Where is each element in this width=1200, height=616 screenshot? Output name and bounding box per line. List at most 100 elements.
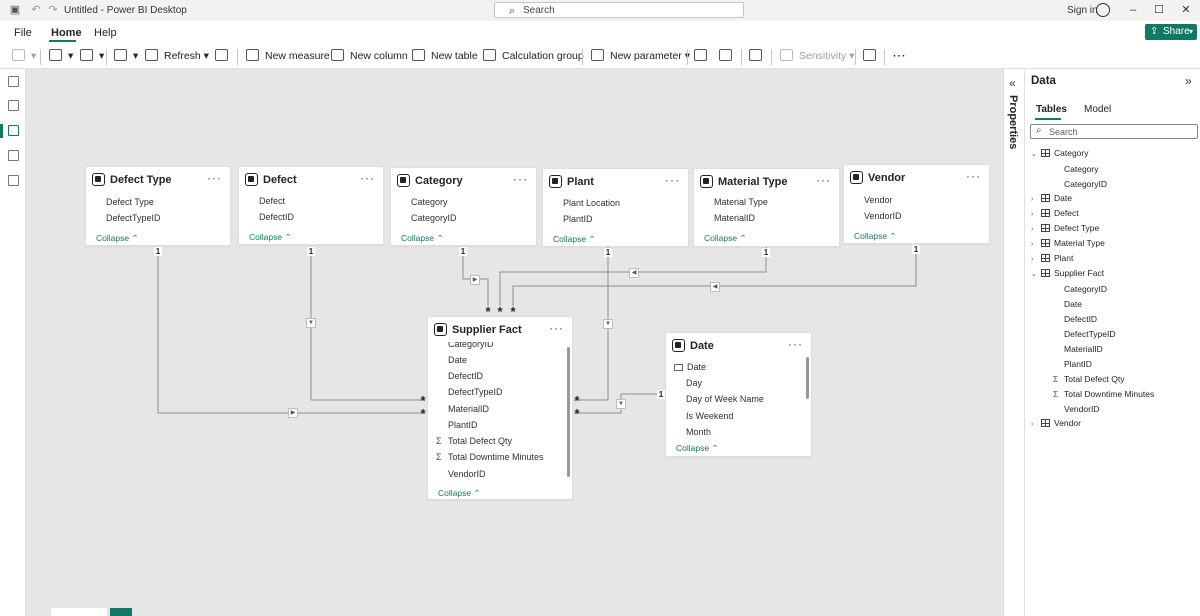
- refresh-button[interactable]: Refresh ▾: [145, 48, 209, 64]
- field-item[interactable]: DefectTypeID: [106, 213, 161, 223]
- minimize-icon[interactable]: –: [1124, 2, 1142, 18]
- sign-in-link[interactable]: Sign in: [1067, 5, 1098, 16]
- table-card-plant[interactable]: Plant ··· Plant Location PlantID Collaps…: [542, 168, 689, 247]
- tree-field-item[interactable]: DefectID: [1064, 314, 1097, 324]
- tree-field-item[interactable]: DefectTypeID: [1064, 329, 1116, 339]
- tree-item-date[interactable]: › Date: [1031, 193, 1072, 207]
- field-item[interactable]: Material Type: [714, 197, 768, 207]
- table-card-header[interactable]: Vendor ···: [844, 165, 989, 191]
- field-item[interactable]: Month: [686, 427, 711, 437]
- chevron-down-icon[interactable]: ⌄: [1031, 270, 1041, 278]
- redo-icon[interactable]: ↷: [46, 3, 60, 17]
- tree-item-material-type[interactable]: › Material Type: [1031, 238, 1105, 252]
- expand-left-icon[interactable]: «: [1009, 76, 1016, 90]
- chevron-right-icon[interactable]: ›: [1031, 196, 1041, 203]
- chevron-down-icon[interactable]: ⌄: [1031, 150, 1041, 158]
- collapse-link[interactable]: Collapse ⌃: [401, 233, 444, 244]
- properties-pane-collapsed[interactable]: « Properties: [1003, 69, 1025, 616]
- field-item[interactable]: Plant Location: [563, 198, 620, 208]
- dax-query-view-icon[interactable]: [8, 150, 19, 161]
- field-item[interactable]: Date: [448, 355, 467, 365]
- field-item[interactable]: PlantID: [448, 420, 478, 430]
- tree-item-vendor[interactable]: › Vendor: [1031, 418, 1081, 432]
- scrollbar[interactable]: [806, 357, 809, 399]
- tree-item-category[interactable]: ⌄ Category: [1031, 148, 1089, 162]
- tree-field-item[interactable]: MaterialID: [1064, 344, 1103, 354]
- share-button[interactable]: ⇪ Share ▾: [1145, 24, 1197, 40]
- table-card-header[interactable]: Supplier Fact ···: [428, 317, 572, 343]
- tmdl-view-icon[interactable]: [8, 175, 19, 186]
- table-view-icon[interactable]: [8, 100, 19, 111]
- tree-item-supplier-fact[interactable]: ⌄ Supplier Fact: [1031, 268, 1104, 282]
- more-options-icon[interactable]: ···: [360, 171, 375, 185]
- q-and-a-setup-button[interactable]: [749, 48, 768, 64]
- field-item[interactable]: VendorID: [448, 469, 486, 479]
- new-column-button[interactable]: New column: [331, 48, 408, 64]
- field-item[interactable]: Day: [686, 378, 702, 388]
- collapse-link[interactable]: Collapse ⌃: [854, 231, 897, 242]
- field-item[interactable]: CategoryID: [411, 213, 457, 223]
- table-card-vendor[interactable]: Vendor ··· Vendor VendorID Collapse ⌃: [843, 164, 990, 244]
- field-item[interactable]: DefectID: [259, 212, 294, 222]
- properties-label[interactable]: Properties: [1007, 95, 1019, 149]
- tree-measure-item[interactable]: Σ Total Downtime Minutes: [1053, 389, 1154, 399]
- global-search-input[interactable]: ⌕ Search: [494, 2, 744, 18]
- field-item[interactable]: MaterialID: [448, 404, 489, 414]
- sensitivity-button[interactable]: Sensitivity ▾: [780, 48, 854, 64]
- menu-home[interactable]: Home: [51, 27, 82, 39]
- table-card-defect-type[interactable]: Defect Type ··· Defect Type DefectTypeID…: [85, 166, 231, 246]
- field-item[interactable]: Defect Type: [106, 197, 154, 207]
- new-table-button[interactable]: New table: [412, 48, 478, 64]
- more-options-icon[interactable]: ···: [966, 169, 981, 183]
- field-item[interactable]: MaterialID: [714, 213, 755, 223]
- maximize-icon[interactable]: ☐: [1150, 2, 1168, 18]
- table-card-date[interactable]: Date ··· Date Day Day of Week Name Is We…: [665, 332, 812, 457]
- layout-tab[interactable]: [51, 608, 107, 616]
- table-card-header[interactable]: Defect ···: [239, 167, 383, 193]
- collapse-pane-icon[interactable]: »: [1185, 74, 1192, 88]
- chevron-right-icon[interactable]: ›: [1031, 256, 1041, 263]
- table-card-category[interactable]: Category ··· Category CategoryID Collaps…: [390, 167, 537, 246]
- manage-relationships-button[interactable]: [215, 48, 234, 64]
- table-card-material-type[interactable]: Material Type ··· Material Type Material…: [693, 168, 840, 247]
- menu-file[interactable]: File: [14, 27, 32, 39]
- tree-field-item[interactable]: CategoryID: [1064, 284, 1107, 294]
- measure-item[interactable]: Σ Total Defect Qty: [436, 436, 512, 446]
- tree-field-item[interactable]: VendorID: [1064, 404, 1099, 414]
- chevron-right-icon[interactable]: ›: [1031, 421, 1041, 428]
- field-item[interactable]: Date: [674, 362, 706, 372]
- new-measure-button[interactable]: New measure: [246, 48, 330, 64]
- more-options-icon[interactable]: ···: [207, 171, 222, 185]
- field-item[interactable]: Category: [411, 197, 448, 207]
- transform-data-button[interactable]: ▾: [80, 48, 104, 64]
- scrollbar[interactable]: [567, 347, 570, 477]
- more-options-icon[interactable]: ···: [665, 173, 680, 187]
- tree-field-item[interactable]: Date: [1064, 299, 1082, 309]
- field-item[interactable]: Is Weekend: [686, 411, 733, 421]
- new-parameter-button[interactable]: New parameter ▾: [591, 48, 690, 64]
- save-icon[interactable]: ▣: [8, 3, 22, 17]
- tree-field-item[interactable]: PlantID: [1064, 359, 1092, 369]
- more-options-button[interactable]: ···: [893, 48, 907, 64]
- field-item[interactable]: Day of Week Name: [686, 394, 764, 404]
- chevron-right-icon[interactable]: ›: [1031, 226, 1041, 233]
- field-item[interactable]: DefectTypeID: [448, 387, 503, 397]
- calculation-group-button[interactable]: Calculation group: [483, 48, 584, 64]
- close-icon[interactable]: ✕: [1177, 2, 1195, 18]
- undo-icon[interactable]: ↶: [29, 3, 43, 17]
- publish-button[interactable]: [863, 48, 882, 64]
- field-item[interactable]: DefectID: [448, 371, 483, 381]
- chevron-right-icon[interactable]: ›: [1031, 241, 1041, 248]
- more-options-icon[interactable]: ···: [549, 321, 564, 335]
- collapse-link[interactable]: Collapse ⌃: [676, 443, 719, 454]
- data-search-input[interactable]: ⌕ Search: [1030, 124, 1198, 139]
- table-card-defect[interactable]: Defect ··· Defect DefectID Collapse ⌃: [238, 166, 384, 245]
- avatar-icon[interactable]: [1096, 3, 1110, 17]
- table-card-header[interactable]: Defect Type ···: [86, 167, 230, 193]
- tree-item-defect[interactable]: › Defect: [1031, 208, 1079, 222]
- model-canvas[interactable]: 1 1 1 1 1 1 1 * * * * * * * ▶ ◀ ◀ ▼ ▼ ▶ …: [26, 69, 1003, 616]
- tree-measure-item[interactable]: Σ Total Defect Qty: [1053, 374, 1124, 384]
- field-item[interactable]: VendorID: [864, 211, 902, 221]
- tree-field-item[interactable]: CategoryID: [1064, 179, 1107, 189]
- table-card-supplier-fact[interactable]: Supplier Fact ··· CategoryID Date Defect…: [427, 316, 573, 500]
